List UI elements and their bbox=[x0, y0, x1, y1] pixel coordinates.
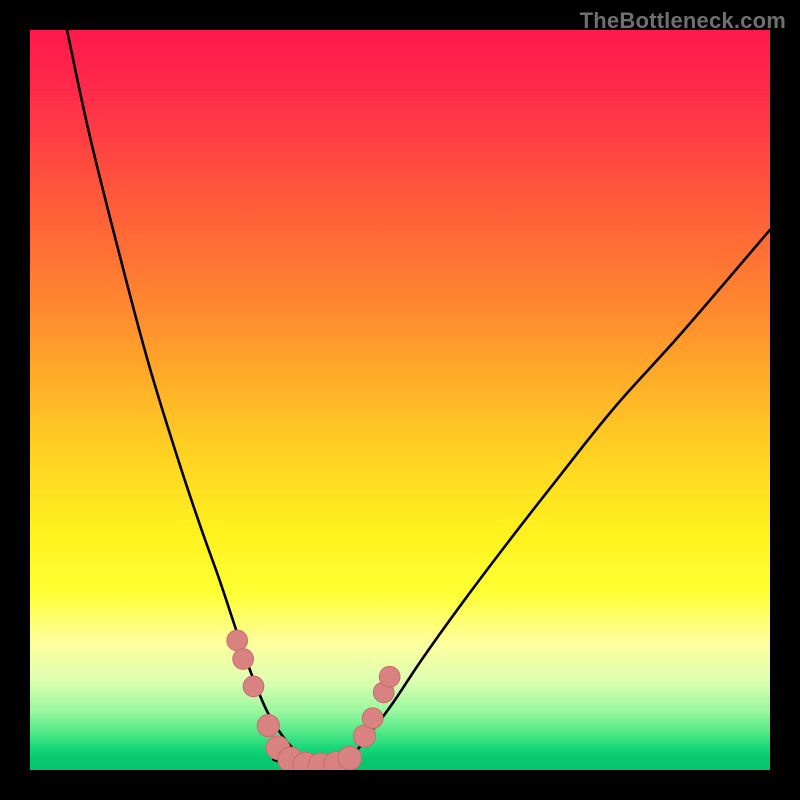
data-marker bbox=[233, 649, 254, 670]
data-marker bbox=[338, 746, 362, 770]
plot-area bbox=[30, 30, 770, 770]
bottleneck-curve-path bbox=[67, 30, 770, 766]
data-markers bbox=[227, 630, 400, 770]
bottleneck-curve bbox=[67, 30, 770, 766]
chart-frame: TheBottleneck.com bbox=[0, 0, 800, 800]
data-marker bbox=[379, 666, 400, 687]
data-marker bbox=[227, 630, 248, 651]
curve-layer bbox=[30, 30, 770, 770]
data-marker bbox=[362, 708, 383, 729]
data-marker bbox=[257, 715, 279, 737]
data-marker bbox=[243, 676, 264, 697]
watermark-text: TheBottleneck.com bbox=[580, 8, 786, 34]
